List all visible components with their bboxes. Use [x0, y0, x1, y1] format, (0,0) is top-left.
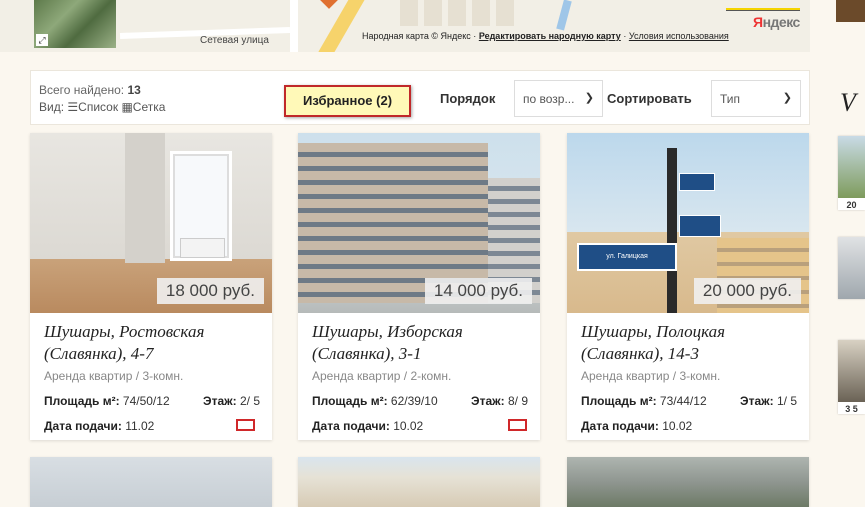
side-listing[interactable] — [838, 237, 865, 299]
listing-date: Дата подачи: 11.02 — [44, 419, 155, 433]
credits-prefix: Народная карта © Яндекс · — [362, 31, 477, 41]
satellite-thumbnail[interactable]: ⤢ — [34, 0, 116, 48]
map-marker-icon[interactable] — [319, 0, 339, 9]
side-listing-price: 20 — [846, 200, 857, 210]
favorites-button[interactable]: Избранное (2) — [284, 85, 411, 117]
side-listing[interactable]: 3 5 — [838, 340, 865, 414]
listing-title[interactable]: Шушары, Изборская (Славянка), 3-1 — [312, 321, 532, 365]
listing-type: Аренда квартир / 3-комн. — [44, 369, 184, 383]
favorite-toggle-icon[interactable] — [508, 419, 527, 431]
sort-select[interactable]: Тип ❯ — [711, 80, 801, 117]
map-road — [318, 0, 366, 52]
listing-floor: Этаж: 8/ 9 — [471, 394, 528, 408]
terms-link[interactable]: Условия использования — [629, 31, 729, 41]
listing-card[interactable]: ул. Галицкая 20 000 руб. Шушары, Полоцка… — [567, 133, 809, 440]
listing-title[interactable]: Шушары, Ростовская (Славянка), 4-7 — [44, 321, 264, 365]
view-grid-button[interactable]: ▦Сетка — [121, 100, 165, 114]
view-grid-label: Сетка — [132, 100, 166, 114]
view-label: Вид: — [39, 100, 65, 114]
listing-area: Площадь м²: 74/50/12 — [44, 394, 170, 408]
credits-separator: · — [623, 31, 627, 41]
order-label: Порядок — [440, 91, 496, 106]
side-banner — [836, 0, 865, 22]
order-select[interactable]: по возр... ❯ — [514, 80, 603, 117]
side-listing[interactable]: 20 — [838, 136, 865, 210]
listing-area: Площадь м²: 73/44/12 — [581, 394, 707, 408]
listing-card[interactable]: 18 000 руб. Шушары, Ростовская (Славянка… — [30, 133, 272, 440]
edit-map-link[interactable]: Редактировать народную карту — [479, 31, 621, 41]
results-count: Всего найдено: 13 — [39, 83, 141, 97]
map-scale — [726, 8, 800, 11]
results-count-value: 13 — [127, 83, 141, 97]
grid-icon: ▦ — [121, 100, 133, 114]
listing-area: Площадь м²: 62/39/10 — [312, 394, 438, 408]
map-water — [556, 0, 572, 31]
listing-type: Аренда квартир / 3-комн. — [581, 369, 721, 383]
listing-card[interactable] — [567, 457, 809, 507]
map-road — [290, 0, 298, 52]
listing-price: 20 000 руб. — [693, 278, 801, 304]
sort-label: Сортировать — [607, 91, 692, 106]
view-switcher: Вид: ☰Список ▦Сетка — [39, 100, 165, 114]
results-toolbar: Всего найдено: 13 Вид: ☰Список ▦Сетка Из… — [30, 70, 810, 125]
listing-price: 18 000 руб. — [156, 278, 264, 304]
listing-card[interactable] — [298, 457, 540, 507]
listing-price: 14 000 руб. — [424, 278, 532, 304]
view-list-label: Список — [78, 100, 119, 114]
listing-date: Дата подачи: 10.02 — [581, 419, 693, 433]
listing-floor: Этаж: 1/ 5 — [740, 394, 797, 408]
results-count-label: Всего найдено: — [39, 83, 125, 97]
map-buildings — [400, 0, 520, 26]
expand-icon[interactable]: ⤢ — [36, 34, 48, 46]
listing-date: Дата подачи: 10.02 — [312, 419, 424, 433]
listing-type: Аренда квартир / 2-комн. — [312, 369, 452, 383]
street-label: Сетевая улица — [200, 35, 269, 46]
side-title: V — [840, 88, 856, 117]
list-icon: ☰ — [67, 100, 79, 114]
sort-select-value: Тип — [720, 92, 741, 106]
listing-card[interactable] — [30, 457, 272, 507]
view-list-button[interactable]: ☰Список — [67, 100, 121, 114]
chevron-down-icon: ❯ — [782, 92, 792, 104]
map-credits: Народная карта © Яндекс · Редактировать … — [362, 31, 729, 41]
listing-card[interactable]: 14 000 руб. Шушары, Изборская (Славянка)… — [298, 133, 540, 440]
order-select-value: по возр... — [523, 92, 575, 106]
chevron-down-icon: ❯ — [584, 92, 594, 104]
side-listing-price: 3 5 — [845, 404, 858, 414]
favorite-toggle-icon[interactable] — [236, 419, 255, 431]
listing-title[interactable]: Шушары, Полоцкая (Славянка), 14-3 — [581, 321, 801, 365]
yandex-logo: Яндекс — [753, 14, 800, 30]
listing-floor: Этаж: 2/ 5 — [203, 394, 260, 408]
map[interactable]: ⤢ Сетевая улица Яндекс Народная карта © … — [0, 0, 810, 52]
